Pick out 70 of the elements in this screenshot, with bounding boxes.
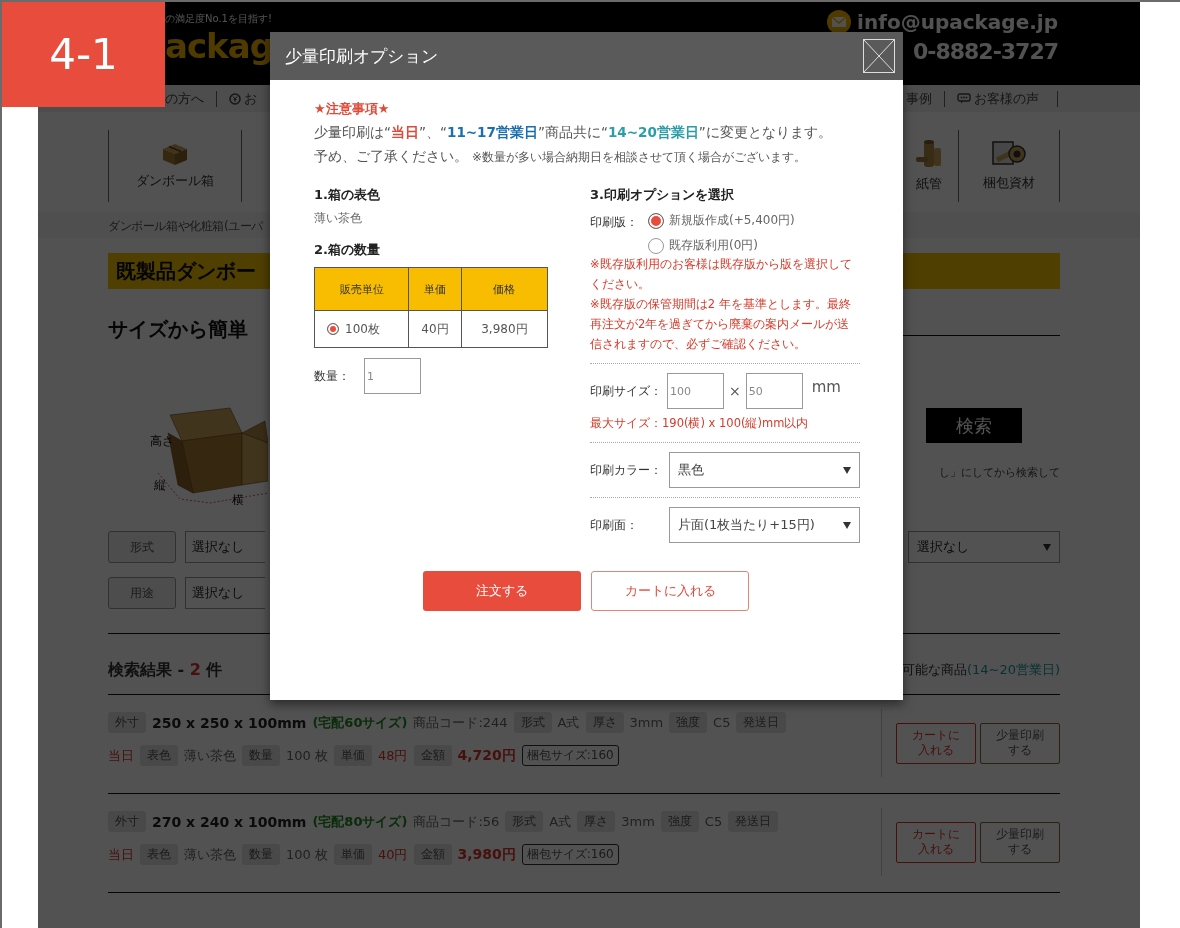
table-cell: 40円 bbox=[408, 310, 462, 348]
delivery-note: 可能な商品(14~20営業日) bbox=[901, 661, 1060, 679]
filter-select[interactable]: 選択なし bbox=[908, 531, 1060, 563]
radio-button[interactable] bbox=[648, 212, 664, 229]
filter-select[interactable]: 選択なし bbox=[185, 577, 265, 609]
section-heading: 3.印刷オプションを選択 bbox=[590, 186, 735, 204]
mail-icon bbox=[827, 10, 852, 34]
close-icon[interactable] bbox=[863, 39, 895, 73]
product-size: 270 x 240 x 100mm bbox=[152, 813, 307, 830]
category-link[interactable]: 梱包資材 bbox=[959, 130, 1060, 202]
plate-option[interactable]: 新規版作成(+5,400円) bbox=[648, 212, 795, 229]
ship-day: 当日 bbox=[108, 746, 134, 765]
spec-value: 4,720円 bbox=[457, 746, 516, 765]
results-count: 検索結果 - 2 件 bbox=[108, 659, 223, 681]
notice-text: 予め、ご了承ください。 ※数量が多い場合納期日を相談させて頂く場合がございます。 bbox=[314, 148, 808, 166]
dialog-title: 少量印刷オプション bbox=[285, 44, 438, 68]
max-size-note: 最大サイズ：190(横) x 100(縦)mm以内 bbox=[590, 415, 810, 432]
email-address[interactable]: info@upackage.jp bbox=[857, 10, 1058, 34]
chat-icon bbox=[957, 93, 971, 104]
print-side-select[interactable]: 片面(1枚当たり+15円) bbox=[669, 507, 860, 543]
print-size-label: 印刷サイズ： bbox=[590, 382, 662, 400]
depth-label: 縦 bbox=[154, 478, 166, 492]
column-header: 販売単位 bbox=[314, 267, 409, 311]
section-heading: サイズから簡単 bbox=[108, 315, 248, 343]
plate-note: ※既存版の保管期間は2 年を基準とします。最終再注文が2年を過ぎてから廃棄の案内メールが送信されますので、必ずご確認ください。 bbox=[590, 296, 852, 353]
table-cell: 3,980円 bbox=[461, 310, 548, 348]
print-color-select[interactable]: 黒色 bbox=[669, 452, 860, 488]
coin-icon bbox=[229, 92, 241, 105]
plate-label: 印刷版： bbox=[590, 214, 638, 231]
box-color-value: 薄い茶色 bbox=[314, 210, 363, 227]
radio-button[interactable] bbox=[648, 237, 664, 254]
ship-day: 当日 bbox=[108, 845, 134, 864]
notice-text: 少量印刷は“当日”、“11~17営業日”商品共に“14~20営業日”に変更となります。 bbox=[314, 124, 833, 142]
quantity-label: 数量： bbox=[314, 367, 350, 385]
filter-select[interactable]: 選択なし bbox=[185, 531, 265, 563]
phone-number: 0-8882-3727 bbox=[912, 38, 1058, 66]
caret-icon bbox=[843, 466, 851, 474]
width-field[interactable]: 100 bbox=[667, 373, 724, 409]
column-header: 価格 bbox=[461, 267, 548, 311]
width-label: 横 bbox=[232, 493, 244, 505]
add-to-cart-button[interactable]: カートに入れる bbox=[591, 571, 749, 611]
print-color-label: 印刷カラー： bbox=[590, 461, 663, 479]
delivery-size: (宅配80サイズ) bbox=[312, 812, 408, 831]
add-to-cart-button[interactable]: カートに入れる bbox=[896, 722, 976, 764]
quantity-field[interactable]: 1 bbox=[364, 358, 421, 394]
step-badge: 4-1 bbox=[2, 2, 165, 107]
box-icon bbox=[161, 142, 189, 166]
paper-tube-icon bbox=[914, 139, 944, 169]
delivery-size: (宅配60サイズ) bbox=[312, 713, 408, 732]
tape-icon bbox=[991, 140, 1027, 168]
plate-option[interactable]: 既存版利用(0円) bbox=[648, 237, 795, 254]
spec-value: 48円 bbox=[377, 746, 408, 765]
caret-icon bbox=[1043, 543, 1051, 551]
unit-label: mm bbox=[811, 378, 841, 396]
caret-icon bbox=[843, 521, 851, 529]
unit-option[interactable]: 100枚 bbox=[314, 310, 409, 348]
notice-title: ★注意事項★ bbox=[314, 100, 391, 118]
product-size: 250 x 250 x 100mm bbox=[152, 714, 307, 731]
search-button[interactable]: 検索 bbox=[926, 408, 1022, 443]
site-tagline: の満足度No.1を目指す! bbox=[165, 12, 273, 26]
section-heading: 1.箱の表色 bbox=[314, 186, 381, 204]
spec-value: 40円 bbox=[377, 845, 408, 864]
column-header: 単価 bbox=[408, 267, 462, 311]
spec-value: 3,980円 bbox=[457, 845, 516, 864]
order-button[interactable]: 注文する bbox=[423, 571, 581, 611]
add-to-cart-button[interactable]: カートに入れる bbox=[896, 821, 976, 863]
height-field[interactable]: 50 bbox=[745, 373, 803, 409]
print-side-label: 印刷面： bbox=[590, 516, 639, 534]
times-sign: × bbox=[729, 383, 741, 399]
radio-button[interactable] bbox=[327, 323, 339, 335]
